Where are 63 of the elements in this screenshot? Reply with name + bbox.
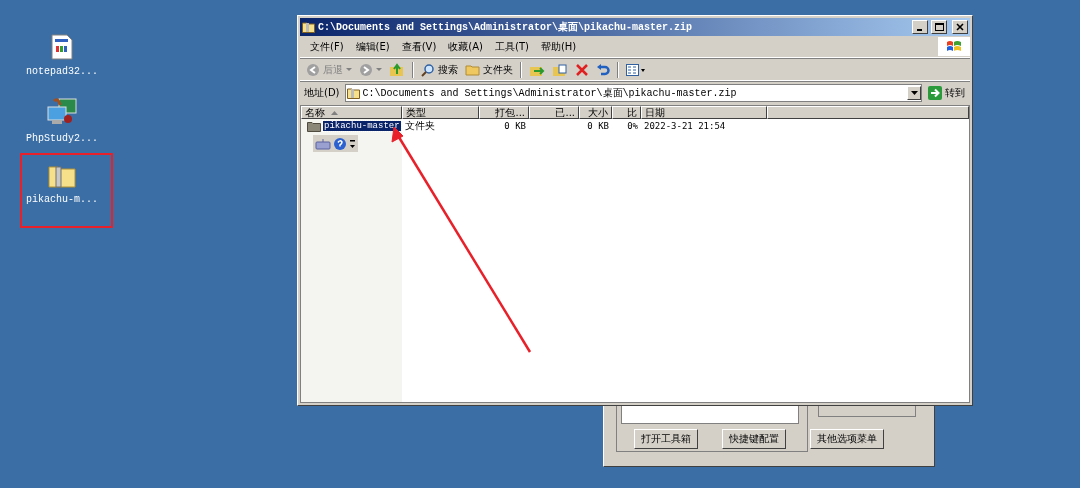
sort-arrow-icon — [331, 110, 338, 115]
help-icon[interactable] — [333, 136, 347, 151]
column-header[interactable]: 类型 — [402, 106, 479, 119]
dropdown-button[interactable] — [907, 85, 921, 100]
column-header[interactable]: 日期 — [641, 106, 767, 119]
minimize-button[interactable] — [912, 20, 928, 34]
views-icon — [626, 63, 646, 76]
maximize-button[interactable] — [931, 20, 947, 34]
table-cell-text: 0 KB — [586, 121, 610, 131]
folder-up-icon — [389, 62, 405, 77]
copy-to-folder-icon — [552, 62, 568, 77]
menu-item[interactable]: 编辑(E) — [349, 37, 396, 56]
zip-folder-icon — [302, 21, 315, 33]
menu-item[interactable]: 收藏(A) — [442, 37, 489, 56]
menu-item[interactable]: 帮助(H) — [534, 37, 583, 56]
table-cell-text: 0% — [626, 121, 639, 131]
views-button[interactable] — [624, 62, 648, 77]
column-header[interactable]: 打包... — [479, 106, 529, 119]
menu-item[interactable]: 文件(F) — [304, 37, 350, 56]
dialog-button[interactable]: 快捷键配置 — [722, 429, 786, 449]
maximize-icon — [934, 23, 944, 31]
menu-item[interactable]: 工具(T) — [489, 37, 535, 56]
computer-icon — [46, 97, 78, 127]
address-label: 地址(D) — [303, 85, 341, 100]
window-title: C:\Documents and Settings\Administrator\桌面\pikachu-master.zip — [318, 20, 694, 34]
menu-item[interactable]: 查看(V) — [395, 37, 443, 56]
text-area[interactable] — [621, 404, 799, 424]
table-cell-text: 文件夹 — [404, 119, 436, 133]
folders-button[interactable]: 文件夹 — [463, 61, 515, 78]
search-icon — [421, 62, 435, 77]
caret-icon — [910, 90, 918, 95]
undo-icon — [596, 62, 610, 77]
address-field[interactable]: C:\Documents and Settings\Administrator\桌面\pikachu-master.zip — [344, 83, 922, 102]
column-header[interactable]: 已... — [529, 106, 579, 119]
more-icon[interactable] — [349, 137, 356, 150]
caret-icon — [376, 67, 382, 72]
table-cell-text: 2022-3-21 21:54 — [643, 121, 727, 131]
zip-folder-icon — [346, 86, 360, 99]
column-header[interactable]: 大小 — [579, 106, 612, 119]
copy-button[interactable] — [550, 61, 570, 78]
go-arrow-icon — [928, 85, 942, 100]
zip-folder-icon — [48, 164, 76, 188]
go-button[interactable]: 转到 — [925, 84, 968, 101]
dialog-button[interactable]: 其他选项菜单 — [810, 429, 884, 449]
forward-icon — [359, 62, 373, 77]
column-header[interactable]: 名称 — [301, 106, 402, 119]
close-icon — [956, 23, 964, 31]
icon-label[interactable]: pikachu-m... — [26, 194, 98, 205]
caret-icon — [346, 67, 352, 72]
close-button[interactable] — [952, 20, 968, 34]
table-cell-text: 0 KB — [503, 121, 527, 131]
file-name[interactable]: pikachu-master — [323, 121, 401, 131]
dialog-button[interactable]: 打开工具箱 — [634, 429, 698, 449]
folder-icon — [465, 63, 480, 76]
column-header[interactable]: 比 — [612, 106, 641, 119]
search-button[interactable]: 搜索 — [419, 61, 460, 78]
document-icon — [51, 34, 73, 60]
icon-label[interactable]: PhpStudy2... — [26, 133, 98, 144]
back-icon — [306, 62, 320, 77]
icon-label[interactable]: notepad32... — [26, 66, 98, 77]
delete-button[interactable] — [573, 61, 591, 78]
delete-icon — [575, 62, 589, 77]
keyboard-icon[interactable] — [315, 137, 331, 150]
